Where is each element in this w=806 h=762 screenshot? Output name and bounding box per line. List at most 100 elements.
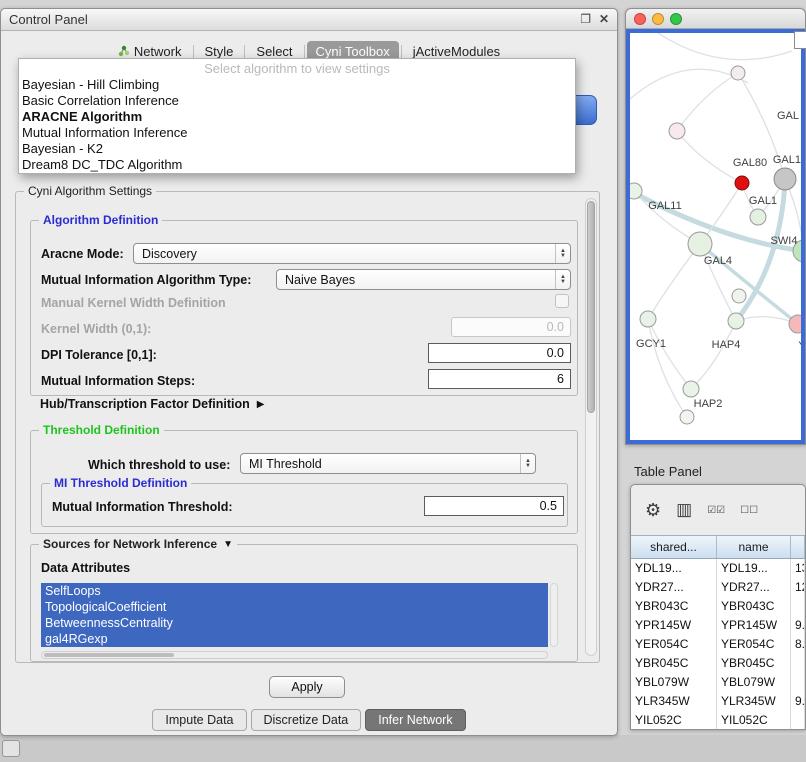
- which-threshold-select[interactable]: MI Threshold ▲▼: [240, 453, 536, 474]
- table-cell: YDL19...: [631, 559, 717, 578]
- apply-button[interactable]: Apply: [269, 676, 345, 698]
- network-edge[interactable]: [648, 244, 700, 319]
- network-canvas-svg[interactable]: GALGAL80GAL10GAL11GAL1SWI4GAL4GCY1HAP4YH…: [630, 33, 803, 442]
- network-node[interactable]: [735, 176, 749, 190]
- table-cell: YPR145W: [631, 616, 717, 635]
- hub-definition-toggle[interactable]: Hub/Transcription Factor Definition ▶: [40, 397, 264, 411]
- table-row[interactable]: YER054CYER054C8.: [631, 635, 805, 654]
- attribute-item[interactable]: BetweennessCentrality: [41, 615, 548, 631]
- table-cell: [791, 711, 805, 729]
- aracne-mode-select[interactable]: Discovery ▲▼: [133, 243, 571, 264]
- algorithm-option[interactable]: Dream8 DC_TDC Algorithm: [19, 157, 575, 173]
- network-window-titlebar[interactable]: [626, 9, 805, 29]
- network-node[interactable]: [669, 123, 685, 139]
- table-row[interactable]: YIL052CYIL052C: [631, 711, 805, 729]
- network-view-frame: GALGAL80GAL10GAL11GAL1SWI4GAL4GCY1HAP4YH…: [626, 29, 805, 444]
- network-edge[interactable]: [648, 319, 691, 389]
- network-node[interactable]: [640, 311, 656, 327]
- zoom-traffic-light[interactable]: [670, 13, 682, 25]
- window-title: Control Panel: [9, 12, 88, 27]
- dpi-tolerance-field[interactable]: 0.0: [428, 343, 571, 363]
- scrollbar-thumb[interactable]: [587, 201, 595, 413]
- network-edge[interactable]: [691, 321, 736, 389]
- mi-type-select[interactable]: Naive Bayes ▲▼: [276, 269, 571, 290]
- table-cell: 13: [791, 559, 805, 578]
- table-header: shared...name: [631, 535, 805, 559]
- algorithm-option[interactable]: Basic Correlation Inference: [19, 93, 575, 109]
- manual-kernel-checkbox[interactable]: [555, 294, 569, 308]
- attribute-item[interactable]: TopologicalCoefficient: [41, 599, 548, 615]
- columns-icon[interactable]: ▥: [676, 500, 692, 520]
- combo-value: MI Threshold: [241, 457, 520, 471]
- algorithm-option[interactable]: Bayesian - K2: [19, 141, 575, 157]
- column-header[interactable]: [791, 536, 805, 558]
- table-row[interactable]: YDR27...YDR27...12: [631, 578, 805, 597]
- network-node[interactable]: [750, 209, 766, 225]
- algorithm-option[interactable]: ARACNE Algorithm: [19, 109, 575, 125]
- column-header[interactable]: name: [717, 536, 791, 558]
- table-row[interactable]: YDL19...YDL19...13: [631, 559, 805, 578]
- sources-title: Sources for Network Inference: [43, 537, 217, 551]
- network-node[interactable]: [789, 315, 803, 333]
- network-node[interactable]: [688, 232, 712, 256]
- close-traffic-light[interactable]: [634, 13, 646, 25]
- network-node[interactable]: [732, 289, 746, 303]
- network-edge[interactable]: [630, 69, 748, 99]
- mi-type-label: Mutual Information Algorithm Type:: [41, 273, 251, 287]
- network-edge[interactable]: [658, 33, 792, 60]
- table-cell: YIL052C: [717, 711, 791, 729]
- control-panel-titlebar[interactable]: Control Panel ❐ ✕: [1, 9, 617, 31]
- kernel-width-field: 0.0: [451, 317, 571, 337]
- minimize-traffic-light[interactable]: [652, 13, 664, 25]
- algorithm-option[interactable]: Mutual Information Inference: [19, 125, 575, 141]
- minimized-panel-icon[interactable]: [2, 740, 20, 757]
- node-label: GAL4: [704, 255, 732, 267]
- kernel-width-label: Kernel Width (0,1):: [41, 322, 151, 336]
- combo-arrows-icon: ▲▼: [555, 270, 570, 289]
- settings-scrollbar[interactable]: [585, 198, 597, 656]
- mi-threshold-field[interactable]: 0.5: [424, 496, 564, 516]
- table-cell: 9.: [791, 616, 805, 635]
- attribute-list-vscrollbar[interactable]: [550, 583, 558, 647]
- bottom-tab-infer-network[interactable]: Infer Network: [365, 709, 465, 731]
- attribute-item[interactable]: SelfLoops: [41, 583, 548, 599]
- collapsed-arrow-icon: ▶: [257, 399, 265, 410]
- sources-title-row[interactable]: Sources for Network Inference ▼: [39, 537, 237, 551]
- data-attributes-label: Data Attributes: [41, 561, 130, 575]
- network-node[interactable]: [774, 168, 796, 190]
- network-overview-widget[interactable]: [794, 31, 806, 49]
- network-node[interactable]: [731, 66, 745, 80]
- attribute-item[interactable]: gal4RGexp: [41, 631, 548, 647]
- select-all-icon[interactable]: ☑☑: [707, 505, 725, 516]
- algorithm-option[interactable]: Bayesian - Hill Climbing: [19, 77, 575, 93]
- column-header[interactable]: shared...: [631, 536, 717, 558]
- network-node[interactable]: [680, 410, 694, 424]
- table-row[interactable]: YBR045CYBR045C: [631, 654, 805, 673]
- network-node[interactable]: [630, 183, 642, 199]
- table-cell: YBL079W: [631, 673, 717, 692]
- table-row[interactable]: YBL079WYBL079W: [631, 673, 805, 692]
- scrollbar-thumb[interactable]: [44, 653, 174, 657]
- desktop-strip: [0, 735, 806, 762]
- gear-icon[interactable]: ⚙: [645, 500, 661, 521]
- bottom-tab-discretize-data[interactable]: Discretize Data: [251, 709, 362, 731]
- table-row[interactable]: YLR345WYLR345W9.: [631, 692, 805, 711]
- network-node[interactable]: [728, 313, 744, 329]
- network-edge[interactable]: [677, 73, 738, 131]
- tab-label: Select: [256, 44, 292, 59]
- table-row[interactable]: YPR145WYPR145W9.: [631, 616, 805, 635]
- algorithm-definition-group: Algorithm Definition Aracne Mode: Discov…: [30, 220, 578, 396]
- bottom-tab-impute-data[interactable]: Impute Data: [152, 709, 246, 731]
- network-node[interactable]: [683, 381, 699, 397]
- tab-separator: [193, 45, 194, 58]
- network-edge[interactable]: [648, 319, 687, 417]
- table-cell: YLR345W: [717, 692, 791, 711]
- mi-steps-field[interactable]: 6: [428, 369, 571, 389]
- combo-value: Naive Bayes: [277, 273, 555, 287]
- table-row[interactable]: YBR043CYBR043C: [631, 597, 805, 616]
- close-icon[interactable]: ✕: [599, 12, 609, 26]
- select-none-icon[interactable]: ☐☐: [740, 505, 758, 516]
- algorithm-dropdown-popup: Select algorithm to view settings Bayesi…: [18, 58, 576, 174]
- float-window-icon[interactable]: ❐: [580, 12, 591, 26]
- attribute-list-hscrollbar[interactable]: [41, 651, 548, 659]
